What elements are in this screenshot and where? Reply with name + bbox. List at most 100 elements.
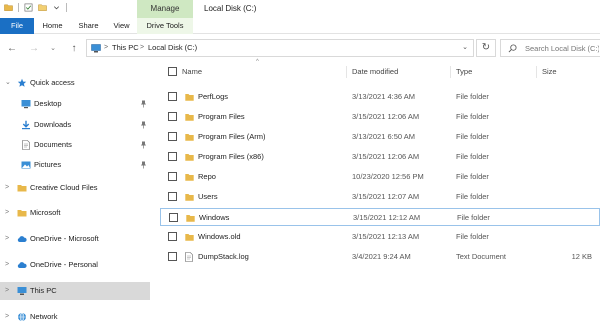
pin-icon[interactable] [140, 141, 147, 149]
pin-icon[interactable] [140, 100, 147, 108]
row-checkbox[interactable] [169, 213, 178, 222]
column-header-type[interactable]: Type [456, 64, 472, 80]
properties-icon[interactable] [24, 3, 33, 12]
recent-locations-button[interactable]: ⌄ [47, 42, 59, 54]
up-button[interactable]: ↑ [68, 42, 80, 54]
column-divider[interactable] [346, 66, 347, 78]
column-divider[interactable] [450, 66, 451, 78]
search-input[interactable] [525, 42, 599, 55]
column-header-size[interactable]: Size [542, 64, 557, 80]
chevron-right-icon[interactable]: > [5, 260, 13, 270]
file-name: PerfLogs [198, 92, 229, 101]
table-row[interactable]: PerfLogs 3/13/2021 4:36 AM File folder [160, 88, 600, 106]
file-name: DumpStack.log [198, 252, 249, 261]
toolbar-divider [66, 3, 67, 12]
refresh-button[interactable]: ↻ [476, 39, 496, 57]
star-icon [17, 78, 27, 87]
manage-context-tab[interactable]: Manage [137, 0, 193, 18]
download-icon [22, 120, 30, 130]
address-bar[interactable]: > This PC > Local Disk (C:) ⌄ [86, 39, 474, 57]
file-date-modified: 3/15/2021 12:12 AM [353, 213, 421, 222]
folder-icon[interactable] [4, 3, 13, 12]
file-type: Text Document [456, 252, 507, 261]
row-checkbox[interactable] [168, 252, 177, 261]
file-date-modified: 3/13/2021 4:36 AM [352, 92, 415, 101]
table-row[interactable]: Users 3/15/2021 12:07 AM File folder [160, 188, 600, 206]
file-date-modified: 3/15/2021 12:07 AM [352, 192, 420, 201]
folder-icon [186, 215, 195, 222]
chevron-right-icon[interactable]: > [5, 208, 13, 218]
column-header-name[interactable]: Name [182, 64, 202, 80]
chevron-right-icon[interactable]: > [5, 312, 13, 322]
table-row[interactable]: Repo 10/23/2020 12:56 PM File folder [160, 168, 600, 186]
table-row[interactable]: Program Files 3/15/2021 12:06 AM File fold… [160, 108, 600, 126]
pin-icon[interactable] [140, 161, 147, 169]
column-header-date[interactable]: Date modified [352, 64, 398, 80]
file-size [542, 148, 592, 166]
row-checkbox[interactable] [168, 112, 177, 121]
breadcrumb-local-disk[interactable]: Local Disk (C:) [148, 40, 197, 56]
file-type: File folder [457, 213, 490, 222]
file-size: 12 KB [571, 252, 592, 261]
folder-icon [185, 174, 194, 181]
tab-share[interactable]: Share [71, 18, 106, 34]
column-divider[interactable] [536, 66, 537, 78]
chevron-down-icon[interactable]: ⌄ [5, 78, 13, 88]
sidebar-item-label: This PC [30, 286, 57, 295]
row-checkbox[interactable] [168, 132, 177, 141]
row-checkbox[interactable] [168, 192, 177, 201]
sidebar-item-label: Creative Cloud Files [30, 183, 98, 192]
tab-file[interactable]: File [0, 18, 34, 34]
file-size [542, 88, 592, 106]
sidebar-item-label: Documents [34, 140, 72, 149]
sidebar-item-network[interactable]: > Network [0, 308, 150, 326]
chevron-down-icon[interactable] [52, 3, 61, 12]
back-button[interactable]: ← [6, 42, 18, 54]
sidebar-item-creative-cloud-files[interactable]: > Creative Cloud Files [0, 179, 150, 197]
tab-drive-tools[interactable]: Drive Tools [137, 18, 193, 34]
table-row[interactable]: Windows.old 3/15/2021 12:13 AM File folder [160, 228, 600, 246]
file-date-modified: 3/15/2021 12:06 AM [352, 152, 420, 161]
sidebar-item-microsoft[interactable]: > Microsoft [0, 204, 150, 222]
row-checkbox[interactable] [168, 172, 177, 181]
file-type: File folder [456, 232, 489, 241]
sidebar-item-label: Quick access [30, 78, 75, 87]
forward-button[interactable]: → [28, 42, 40, 54]
new-folder-icon[interactable] [38, 3, 47, 12]
breadcrumb-separator[interactable]: > [104, 40, 108, 56]
search-box[interactable] [500, 39, 600, 57]
sidebar-item-desktop[interactable]: Desktop [0, 95, 150, 113]
file-size [542, 128, 592, 146]
sidebar-item-onedrive-microsoft[interactable]: > OneDrive - Microsoft [0, 230, 150, 248]
sidebar-item-this-pc[interactable]: > This PC [0, 282, 150, 300]
table-row[interactable]: Program Files (Arm) 3/13/2021 6:50 AM File… [160, 128, 600, 146]
chevron-right-icon[interactable]: > [5, 286, 13, 296]
address-dropdown-button[interactable]: ⌄ [462, 40, 468, 56]
tab-view[interactable]: View [106, 18, 137, 34]
desktop-icon [21, 100, 31, 109]
cloud-icon [17, 262, 27, 268]
tab-home[interactable]: Home [34, 18, 71, 34]
row-checkbox[interactable] [168, 232, 177, 241]
table-row[interactable]: Windows 3/15/2021 12:12 AM File folder [160, 208, 600, 226]
file-size [542, 228, 592, 246]
chevron-right-icon[interactable]: > [5, 183, 13, 193]
file-type: File folder [456, 152, 489, 161]
breadcrumb-separator[interactable]: > [140, 40, 144, 56]
table-row[interactable]: DumpStack.log 3/4/2021 9:24 AM Text Docume… [160, 248, 600, 266]
chevron-right-icon[interactable]: > [5, 234, 13, 244]
row-checkbox[interactable] [168, 92, 177, 101]
pin-icon[interactable] [140, 121, 147, 129]
sidebar-item-pictures[interactable]: Pictures [0, 156, 150, 174]
folder-icon [185, 134, 194, 141]
sidebar-item-onedrive-personal[interactable]: > OneDrive - Personal [0, 256, 150, 274]
row-checkbox[interactable] [168, 152, 177, 161]
select-all-checkbox[interactable] [168, 67, 177, 76]
sidebar-item-documents[interactable]: Documents [0, 136, 150, 154]
sidebar-item-quick-access[interactable]: ⌄ Quick access [0, 74, 150, 92]
breadcrumb-this-pc[interactable]: This PC [112, 40, 139, 56]
sidebar-item-downloads[interactable]: Downloads [0, 116, 150, 134]
folder-icon [185, 114, 194, 121]
table-row[interactable]: Program Files (x86) 3/15/2021 12:06 AM Fil… [160, 148, 600, 166]
search-icon [508, 44, 517, 53]
